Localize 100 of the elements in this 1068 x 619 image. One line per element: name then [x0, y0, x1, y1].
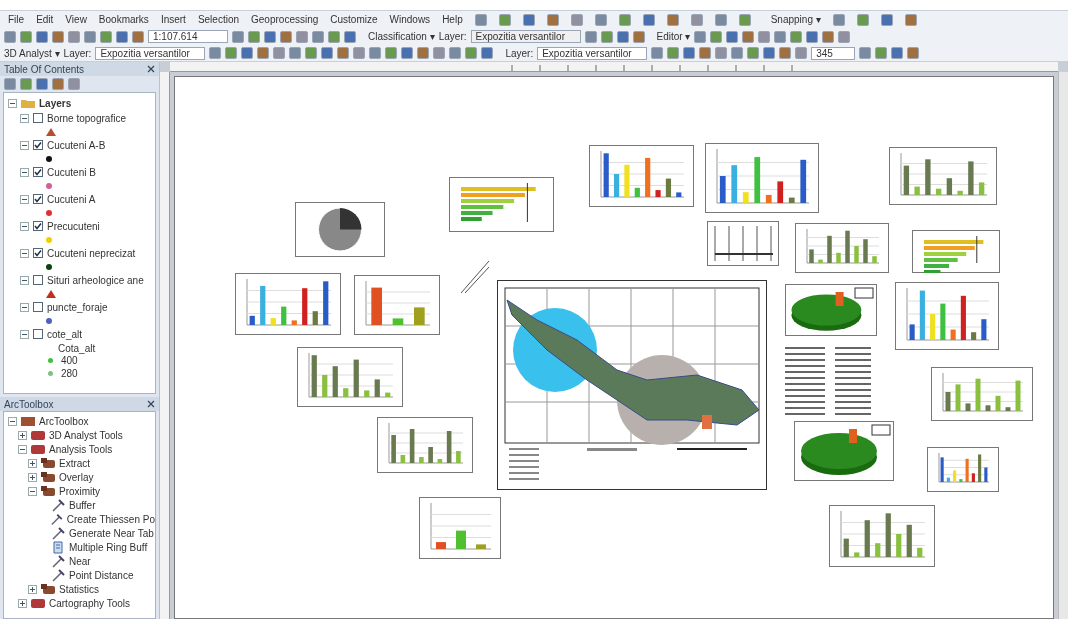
layer-checkbox[interactable] — [33, 167, 43, 177]
toolbar-button[interactable] — [225, 47, 238, 59]
toolbar-button[interactable] — [36, 30, 48, 43]
tool-item[interactable]: Multiple Ring Buff — [69, 539, 148, 555]
menu-item[interactable]: Edit — [36, 12, 54, 27]
layer-name[interactable]: Situri arheologice ane — [47, 272, 144, 288]
classification-menu[interactable]: Classification ▾ — [368, 29, 435, 44]
tool-item[interactable]: Buffer — [69, 497, 96, 513]
editor-menu[interactable]: Editor ▾ — [656, 29, 691, 44]
toolbar-button[interactable] — [337, 47, 350, 59]
toolbar-button[interactable] — [100, 30, 112, 43]
layer-name[interactable]: Cucuteni neprecizat — [47, 245, 136, 261]
menu-item[interactable]: Bookmarks — [98, 12, 149, 27]
tool-item[interactable]: ArcToolbox — [39, 413, 89, 429]
toolbar-button[interactable] — [806, 30, 819, 43]
toolbar-button[interactable] — [642, 13, 655, 26]
toolbar-button[interactable] — [296, 30, 308, 43]
toolbar-button[interactable] — [714, 13, 727, 26]
toolbar-button[interactable] — [344, 30, 356, 43]
menu-item[interactable]: File — [8, 12, 25, 27]
tool-item[interactable]: Extract — [59, 455, 91, 471]
toc-view-button[interactable] — [4, 78, 16, 90]
toc-view-button[interactable] — [36, 78, 48, 90]
toolbar-button[interactable] — [132, 30, 144, 43]
toolbar-button[interactable] — [822, 30, 835, 43]
toolbar-button[interactable] — [859, 47, 872, 59]
toolbar-button[interactable] — [594, 13, 607, 26]
layer-name[interactable]: Precucuteni — [47, 218, 100, 234]
layer-checkbox[interactable] — [33, 194, 43, 204]
toolbar-button[interactable] — [369, 47, 382, 59]
layer-dropdown[interactable]: Expozitia versantilor — [95, 46, 206, 60]
layer-name[interactable]: Cucuteni A-B — [47, 137, 106, 153]
tool-item[interactable]: Proximity — [59, 483, 101, 499]
toolbar-button[interactable] — [481, 47, 494, 59]
toolbar-button[interactable] — [832, 13, 845, 26]
toolbar-button[interactable] — [353, 47, 366, 59]
toolbar-button[interactable] — [289, 47, 302, 59]
toolbar-button[interactable] — [401, 47, 414, 59]
toolbar-button[interactable] — [280, 30, 292, 43]
layer-checkbox[interactable] — [33, 329, 43, 339]
toolbar-button[interactable] — [20, 30, 32, 43]
toolbar-button[interactable] — [241, 47, 254, 59]
toolbar-button[interactable] — [880, 13, 893, 26]
toolbar-button[interactable] — [84, 30, 96, 43]
toolbar-button[interactable] — [209, 47, 222, 59]
toolbar-button[interactable] — [904, 13, 917, 26]
menu-item[interactable]: View — [65, 12, 87, 27]
toc-view-button[interactable] — [52, 78, 64, 90]
toolbar-button[interactable] — [758, 30, 771, 43]
menu-item[interactable]: Insert — [160, 12, 186, 27]
toc-view-button[interactable] — [20, 78, 32, 90]
tool-item[interactable]: Overlay — [59, 469, 94, 485]
layer-name[interactable]: Cucuteni B — [47, 164, 96, 180]
toolbar-button[interactable] — [747, 47, 760, 59]
toolbar-button[interactable] — [715, 47, 728, 59]
toolbar-button[interactable] — [312, 30, 324, 43]
toolbar-button[interactable] — [248, 30, 260, 43]
toolbar-button[interactable] — [4, 30, 16, 43]
layer-group-label[interactable]: Layers — [39, 95, 72, 111]
tool-item[interactable]: Statistics — [59, 581, 99, 597]
layer-name[interactable]: Cucuteni A — [47, 191, 96, 207]
menu-item[interactable]: Geoprocessing — [251, 12, 319, 27]
toc-view-button[interactable] — [68, 78, 80, 90]
menu-item[interactable]: Windows — [389, 12, 431, 27]
layer-name[interactable]: puncte_foraje — [47, 299, 108, 315]
tool-item[interactable]: Point Distance — [69, 567, 134, 583]
toolbar-button[interactable] — [774, 30, 787, 43]
menu-item[interactable]: Help — [442, 12, 463, 27]
toolbar-button[interactable] — [651, 47, 664, 59]
toolbar-button[interactable] — [570, 13, 583, 26]
toolbar-button[interactable] — [449, 47, 462, 59]
toolbar-button[interactable] — [498, 13, 511, 26]
toolbar-button[interactable] — [321, 47, 334, 59]
layer-name[interactable]: cote_alt — [47, 326, 83, 342]
toolbar-button[interactable] — [726, 30, 739, 43]
layer-checkbox[interactable] — [33, 140, 43, 150]
tool-item[interactable]: Create Thiessen Po — [66, 511, 155, 527]
toolbar-button[interactable] — [328, 30, 340, 43]
toolbar-button[interactable] — [465, 47, 478, 59]
tool-item[interactable]: Generate Near Tab — [69, 525, 154, 541]
menu-item[interactable]: Selection — [197, 12, 240, 27]
scale-field[interactable]: 1:107.614 — [148, 30, 228, 43]
toolbar-button[interactable] — [795, 47, 808, 59]
tool-item[interactable]: Near — [69, 553, 91, 569]
toolbar-button[interactable] — [116, 30, 128, 43]
tool-item[interactable]: Cartography Tools — [49, 595, 130, 611]
toolbar-button[interactable] — [546, 13, 559, 26]
toolbar-button[interactable] — [433, 47, 446, 59]
toolbar-button[interactable] — [891, 47, 904, 59]
layer-checkbox[interactable] — [33, 221, 43, 231]
toolbar-button[interactable] — [856, 13, 869, 26]
toolbar-button[interactable] — [667, 47, 680, 59]
tool-item[interactable]: 3D Analyst Tools — [49, 427, 123, 443]
toolbar-button[interactable] — [699, 47, 712, 59]
toolbar-button[interactable] — [305, 47, 318, 59]
toolbar-button[interactable] — [683, 47, 696, 59]
zoom-field[interactable]: 345 — [811, 46, 856, 60]
layer-checkbox[interactable] — [33, 302, 43, 312]
toolbar-button[interactable] — [616, 30, 629, 43]
toolbar-button[interactable] — [690, 13, 703, 26]
